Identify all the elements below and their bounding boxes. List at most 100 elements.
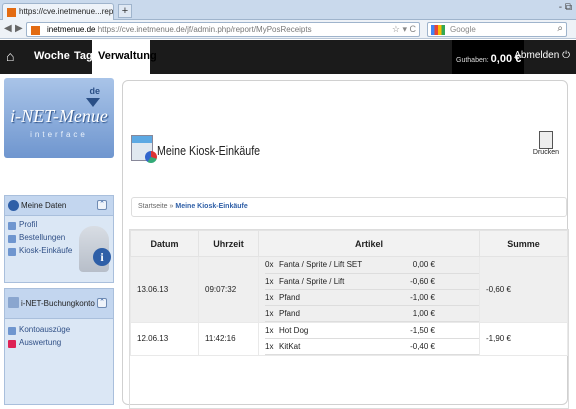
logo-sub: interface xyxy=(30,130,88,139)
cell-datum: 12.06.13 xyxy=(130,321,199,356)
search-icon[interactable]: ⌕ xyxy=(557,23,563,34)
browser-nav-bar: ◀ ▶ inetmenue.de https://cve.inetmenue.d… xyxy=(0,20,576,39)
menu-verwaltung[interactable]: Verwaltung xyxy=(92,40,157,74)
balance-label: Guthaben: xyxy=(456,57,489,64)
item-qty: 0x xyxy=(265,257,279,273)
bookmark-star-icon[interactable]: ☆ ▾ C xyxy=(392,24,416,35)
cell-artikel: 1x Hot Dog -1,50 € 1x KitKat -0,40 € xyxy=(258,321,480,356)
search-input[interactable]: Google ⌕ xyxy=(427,22,567,37)
column-header-uhrzeit[interactable]: Uhrzeit xyxy=(198,230,259,257)
google-icon xyxy=(431,25,445,35)
power-icon: ⏻ xyxy=(562,50,570,61)
profile-icon xyxy=(8,222,16,230)
info-icon: i xyxy=(93,248,111,266)
list-item: 1x KitKat -0,40 € xyxy=(265,339,479,355)
document-icon xyxy=(8,327,16,335)
cell-summe: -0,60 € xyxy=(479,256,568,323)
url-host: inetmenue.de xyxy=(47,25,96,34)
table-row[interactable]: 12.06.13 11:42:16 1x Hot Dog -1,50 € 1x Kit… xyxy=(130,321,568,356)
window-controls[interactable]: - ⧉ xyxy=(559,2,572,13)
sidebar-item-kontoauszuege[interactable]: Kontoauszüge xyxy=(5,325,113,338)
item-list: 1x Hot Dog -1,50 € 1x KitKat -0,40 € xyxy=(265,323,479,356)
breadcrumb-separator: » xyxy=(169,203,174,210)
new-tab-button[interactable]: + xyxy=(118,4,132,18)
panel-header[interactable]: i-NET-Buchungkonto ⌃ xyxy=(5,289,113,319)
item-name: Pfand xyxy=(279,305,389,321)
item-name: Pfand xyxy=(279,289,389,305)
sidebar-item-label: Kontoauszüge xyxy=(19,325,71,334)
app-logo[interactable]: de i-NET-Menue interface xyxy=(4,78,114,158)
back-arrow-icon[interactable]: ◀ xyxy=(4,23,12,34)
calculator-icon xyxy=(8,297,19,308)
balance-display: Guthaben: 0,00 € xyxy=(452,40,524,74)
column-header-datum[interactable]: Datum xyxy=(130,230,199,257)
breadcrumb-current[interactable]: Meine Kiosk-Einkäufe xyxy=(175,203,247,210)
panel-meine-daten: Meine Daten ⌃ Profil Bestellungen Kiosk-… xyxy=(4,195,114,283)
address-bar[interactable]: inetmenue.de https://cve.inetmenue.de/jf… xyxy=(26,22,420,37)
list-item: 0x Fanta / Sprite / Lift SET 0,00 € xyxy=(265,257,479,273)
browser-tab[interactable]: https://cve.inetmenue...report/MyPosRece… xyxy=(2,3,114,20)
menu-woche[interactable]: Woche xyxy=(34,40,70,74)
sidebar-item-auswertung[interactable]: Auswertung xyxy=(5,338,113,351)
logout-label: Abmelden xyxy=(514,50,560,61)
receipts-table: Datum Uhrzeit Artikel Summe 13.06.13 09:… xyxy=(130,230,568,356)
item-price: 0,00 € xyxy=(388,257,479,273)
panel-title: i-NET-Buchungkonto xyxy=(21,299,95,308)
cell-summe: -1,90 € xyxy=(479,321,568,356)
sidebar: de i-NET-Menue interface Meine Daten ⌃ P… xyxy=(0,76,118,405)
column-header-artikel[interactable]: Artikel xyxy=(258,230,480,257)
logo-main: i-NET-Menue xyxy=(10,106,108,126)
list-item: 1x Pfand 1,00 € xyxy=(265,305,479,321)
item-qty: 1x xyxy=(265,342,274,351)
item-qty: 1x xyxy=(265,289,279,305)
print-button[interactable]: Drucken xyxy=(533,131,559,156)
sidebar-item-label: Profil xyxy=(19,220,38,229)
item-price: -1,00 € xyxy=(388,289,479,305)
collapse-icon[interactable]: ⌃ xyxy=(97,200,107,210)
list-icon xyxy=(8,248,16,256)
menu-tag[interactable]: Tag xyxy=(74,40,93,74)
print-label: Drucken xyxy=(532,149,559,156)
tab-title: https://cve.inetmenue...report/MyPosRece… xyxy=(19,7,114,16)
user-info-icon xyxy=(8,200,19,211)
table-row[interactable]: 13.06.13 09:07:32 0x Fanta / Sprite / Lif… xyxy=(130,256,568,323)
browser-tab-bar: https://cve.inetmenue...report/MyPosRece… xyxy=(0,0,576,20)
cell-uhrzeit: 11:42:16 xyxy=(198,321,259,356)
pie-chart-icon xyxy=(145,151,157,163)
forward-arrow-icon[interactable]: ▶ xyxy=(15,23,23,34)
item-price: 1,00 € xyxy=(388,305,479,321)
search-placeholder: Google xyxy=(450,25,476,34)
home-icon[interactable]: ⌂ xyxy=(6,48,14,64)
sidebar-item-label: Kiosk-Einkäufe xyxy=(19,246,73,255)
url-full: https://cve.inetmenue.de/jf/admin.php/re… xyxy=(97,25,312,34)
cell-uhrzeit: 09:07:32 xyxy=(198,256,259,323)
item-qty: 1x xyxy=(265,325,274,335)
panel-header[interactable]: Meine Daten ⌃ xyxy=(5,196,113,216)
item-name: Fanta / Sprite / Lift SET xyxy=(279,257,389,273)
item-price: -0,40 € xyxy=(410,342,435,351)
logo-lang: de xyxy=(89,86,100,96)
collapse-icon[interactable]: ⌃ xyxy=(97,298,107,308)
column-header-summe[interactable]: Summe xyxy=(479,230,568,257)
site-favicon-icon xyxy=(7,8,16,17)
breadcrumb-home[interactable]: Startseite xyxy=(138,203,168,210)
receipts-table-wrapper: Datum Uhrzeit Artikel Summe 13.06.13 09:… xyxy=(129,229,569,409)
panel-buchungkonto: i-NET-Buchungkonto ⌃ Kontoauszüge Auswer… xyxy=(4,288,114,405)
main-content: Meine Kiosk-Einkäufe Drucken Startseite … xyxy=(122,80,569,409)
item-qty: 1x xyxy=(265,305,279,321)
item-name: Hot Dog xyxy=(279,325,309,335)
panel-title: Meine Daten xyxy=(21,201,67,210)
item-qty: 1x xyxy=(265,273,279,289)
sidebar-item-label: Auswertung xyxy=(19,338,62,347)
sidebar-item-label: Bestellungen xyxy=(19,233,66,242)
item-name: KitKat xyxy=(279,342,301,351)
logout-button[interactable]: Abmelden ⏻ xyxy=(514,50,570,61)
chart-icon xyxy=(8,340,16,348)
app-top-bar: ⌂ Woche Tag Verwaltung Guthaben: 0,00 € … xyxy=(0,40,576,74)
breadcrumb: Startseite » Meine Kiosk-Einkäufe xyxy=(131,197,567,217)
list-item: 1x Hot Dog -1,50 € xyxy=(265,323,479,339)
cell-artikel: 0x Fanta / Sprite / Lift SET 0,00 € 1x Fant… xyxy=(258,256,480,323)
site-favicon-icon xyxy=(31,26,40,35)
item-price: -1,50 € xyxy=(410,325,435,335)
list-icon xyxy=(8,235,16,243)
